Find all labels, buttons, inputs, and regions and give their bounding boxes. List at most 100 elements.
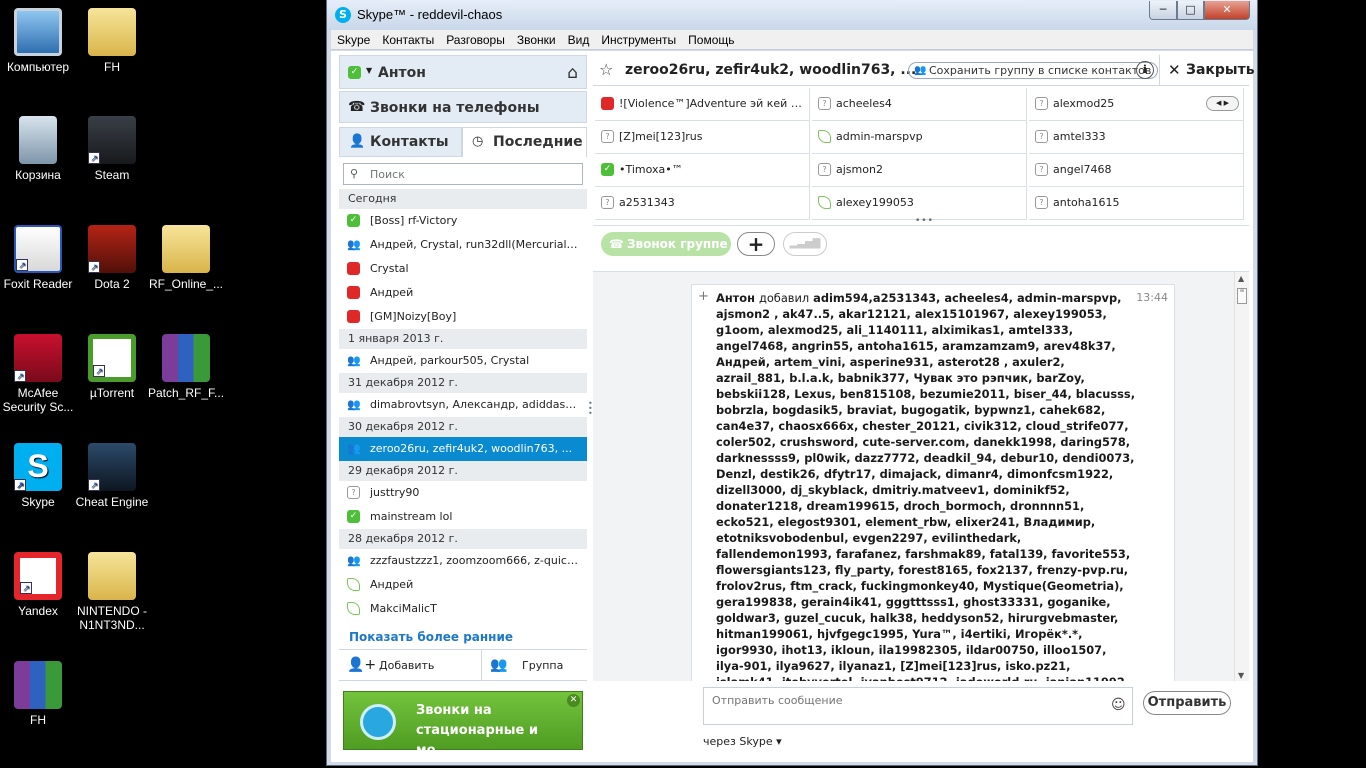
list-item[interactable]: Андрей — [339, 281, 587, 305]
participants-pager[interactable]: ◀ ▶ — [1206, 96, 1239, 111]
list-item[interactable]: 👥 Андрей, parkour505, Crystal — [339, 349, 587, 373]
menu-item[interactable]: Разговоры — [440, 30, 511, 50]
participant-cell[interactable]: ? ajsmon2 — [812, 154, 1027, 187]
chevron-down-icon[interactable]: ▼ — [366, 66, 372, 75]
list-item[interactable]: ✓ [Boss] rf-Victory — [339, 209, 587, 233]
participant-cell[interactable]: ![Violence™]Adventure эй кей Luc... — [595, 88, 810, 121]
desktop-icon-folder[interactable]: RF_Online_... — [148, 225, 224, 305]
participant-cell[interactable]: ? a2531343 — [595, 187, 810, 220]
add-contact-button[interactable]: 👤+ Добавить контакт — [339, 650, 482, 703]
desktop-icon-dota[interactable]: ↗ Dota 2 — [74, 225, 150, 291]
participant-cell[interactable]: ✓ •Timoxa•™ — [595, 154, 810, 187]
scroll-up-icon[interactable]: ▲ — [1238, 274, 1244, 283]
busy-status-icon — [347, 262, 360, 275]
date-header: 1 января 2013 г. — [339, 329, 587, 349]
message-input[interactable] — [703, 687, 1133, 725]
close-conversation-button[interactable]: ✕ Закрыть — [1159, 55, 1255, 86]
tab-recent[interactable]: ◷ Последние — [462, 127, 587, 157]
left-panel: ✓ ▼ Антон ⌂ ☎ Звонки на телефоны 👤 Конта… — [339, 55, 587, 758]
desktop-icon-steam[interactable]: ↗ Steam — [74, 116, 150, 182]
menu-item[interactable]: Инструменты — [595, 30, 682, 50]
desktop-icon-foxit[interactable]: ↗ Foxit Reader — [0, 225, 76, 291]
list-item[interactable]: [GM]Noizy[Boy] — [339, 305, 587, 329]
search-box[interactable]: ⚲ — [343, 163, 583, 185]
desktop-icon-skype[interactable]: S ↗ Skype — [0, 443, 76, 509]
menu-item[interactable]: Вид — [562, 30, 596, 50]
create-group-button[interactable]: 👥 Группа — [482, 650, 587, 681]
expand-icon[interactable]: + — [698, 289, 709, 304]
desktop-icon-utorrent[interactable]: ↗ µTorrent — [74, 334, 150, 400]
promo-banner[interactable]: Звонки на стационарные и мо... ✕ — [343, 691, 583, 758]
user-status-row[interactable]: ✓ ▼ Антон ⌂ — [339, 55, 587, 89]
desktop-icon-yandex[interactable]: ↗ Yandex — [0, 552, 76, 618]
emoticon-icon[interactable]: ☺ — [1111, 697, 1126, 713]
participant-cell[interactable]: ? acheeles4 — [812, 88, 1027, 121]
desktop-icon-cheat[interactable]: ↗ Cheat Engine — [74, 443, 150, 509]
panel-splitter[interactable]: • • • — [588, 400, 593, 418]
minimize-button[interactable]: ─ — [1149, 1, 1177, 20]
online-status-icon: ✓ — [347, 510, 360, 523]
shortcut-arrow-icon: ↗ — [14, 479, 26, 491]
menu-item[interactable]: Звонки — [511, 30, 562, 50]
desktop-icon-computer[interactable]: Компьютер — [0, 8, 76, 74]
contact-tabs: 👤 Контакты ◷ Последние — [339, 127, 587, 157]
list-item[interactable]: Андрей — [339, 573, 587, 597]
clock-icon: ◷ — [472, 134, 484, 149]
maximize-button[interactable]: □ — [1177, 1, 1204, 20]
chat-scrollbar[interactable]: ▲ ≡ ▼ — [1234, 272, 1248, 682]
conversation-name: [Boss] rf-Victory — [370, 214, 458, 227]
list-item[interactable]: Crystal — [339, 257, 587, 281]
participant-cell[interactable]: ? antoha1615 — [1029, 187, 1244, 220]
message-action: добавил — [758, 291, 810, 305]
list-item[interactable]: ? justtry90 — [339, 481, 587, 505]
star-icon[interactable]: ☆ — [599, 60, 613, 79]
desktop-icon-label: Cheat Engine — [75, 495, 149, 509]
send-button[interactable]: Отправить — [1143, 691, 1231, 715]
show-earlier-messages-link[interactable]: Показать более ранние сообщен... — [339, 627, 587, 664]
desktop-icon-bin[interactable]: Корзина — [0, 116, 76, 182]
skype-client: ✓ ▼ Антон ⌂ ☎ Звонки на телефоны 👤 Конта… — [331, 51, 1255, 762]
list-item[interactable]: MakciMalicT — [339, 597, 587, 621]
call-quality-icon[interactable]: ▂▃▅▇ — [783, 232, 827, 256]
call-group-button[interactable]: ☎ Звонок группе — [601, 232, 731, 256]
scroll-down-icon[interactable]: ▼ — [1238, 671, 1244, 680]
online-status-icon: ✓ — [347, 214, 360, 227]
desktop-icon-folder[interactable]: FH — [74, 8, 150, 74]
info-icon[interactable]: i — [1136, 61, 1154, 79]
list-item[interactable]: 👥 zeroo26ru, zefir4uk2, woodlin763, ... — [339, 437, 587, 461]
message-time: 13:44 — [1136, 291, 1168, 304]
menu-item[interactable]: Помощь — [682, 30, 740, 50]
title-bar[interactable]: S Skype™ - reddevil-chaos ─ □ ✕ — [327, 0, 1257, 30]
save-group-button[interactable]: 👥 Сохранить группу в списке контактов — [908, 62, 1159, 79]
tab-contacts[interactable]: 👤 Контакты — [339, 127, 462, 157]
participant-cell[interactable]: admin-marspvp — [812, 121, 1027, 154]
close-window-button[interactable]: ✕ — [1204, 1, 1250, 20]
list-item[interactable]: 👥 Андрей, Crystal, run32dll(Mercurial)(Са… — [339, 233, 587, 257]
list-item[interactable]: 👥 zzzfaustzzz1, zoomzoom666, z-quick-z, .… — [339, 549, 587, 573]
conversation-title: zeroo26ru, zefir4uk2, woodlin763, ... — [625, 62, 917, 78]
desktop-icon-mcafee[interactable]: ↗ McAfee Security Sc... — [0, 334, 76, 414]
participant-cell[interactable]: ? amtel333 — [1029, 121, 1244, 154]
home-icon[interactable]: ⌂ — [567, 63, 578, 83]
participant-cell[interactable]: ? [Z]mei[123]rus — [595, 121, 810, 154]
participant-name: [Z]mei[123]rus — [619, 130, 703, 143]
scroll-thumb[interactable]: ≡ — [1237, 288, 1247, 304]
desktop-icon-winrar[interactable]: FH — [0, 661, 76, 727]
search-input[interactable] — [370, 166, 570, 182]
online-status-icon[interactable]: ✓ — [348, 66, 361, 79]
participant-cell[interactable]: ? angel7468 — [1029, 154, 1244, 187]
send-via-selector[interactable]: через Skype ▾ — [703, 735, 782, 748]
menu-item[interactable]: Skype — [331, 30, 376, 50]
phone-calls-row[interactable]: ☎ Звонки на телефоны — [339, 91, 587, 123]
group-icon: 👥 — [347, 354, 361, 367]
list-item[interactable]: ✓ mainstream lol — [339, 505, 587, 529]
unknown-status-icon: ? — [601, 130, 614, 143]
list-item[interactable]: 👥 dimabrovtsyn, Александр, adiddas97, ... — [339, 393, 587, 417]
call-toolbar: ☎ Звонок группе + ▂▃▅▇ — [593, 225, 1249, 269]
dota-icon: ↗ — [88, 225, 136, 273]
add-participant-button[interactable]: + — [737, 232, 775, 256]
desktop-icon-folder[interactable]: NINTENDO - N1NT3ND... — [74, 552, 150, 632]
close-promo-icon[interactable]: ✕ — [567, 694, 580, 707]
menu-item[interactable]: Контакты — [376, 30, 440, 50]
desktop-icon-winrar[interactable]: Patch_RF_F... — [148, 334, 224, 414]
